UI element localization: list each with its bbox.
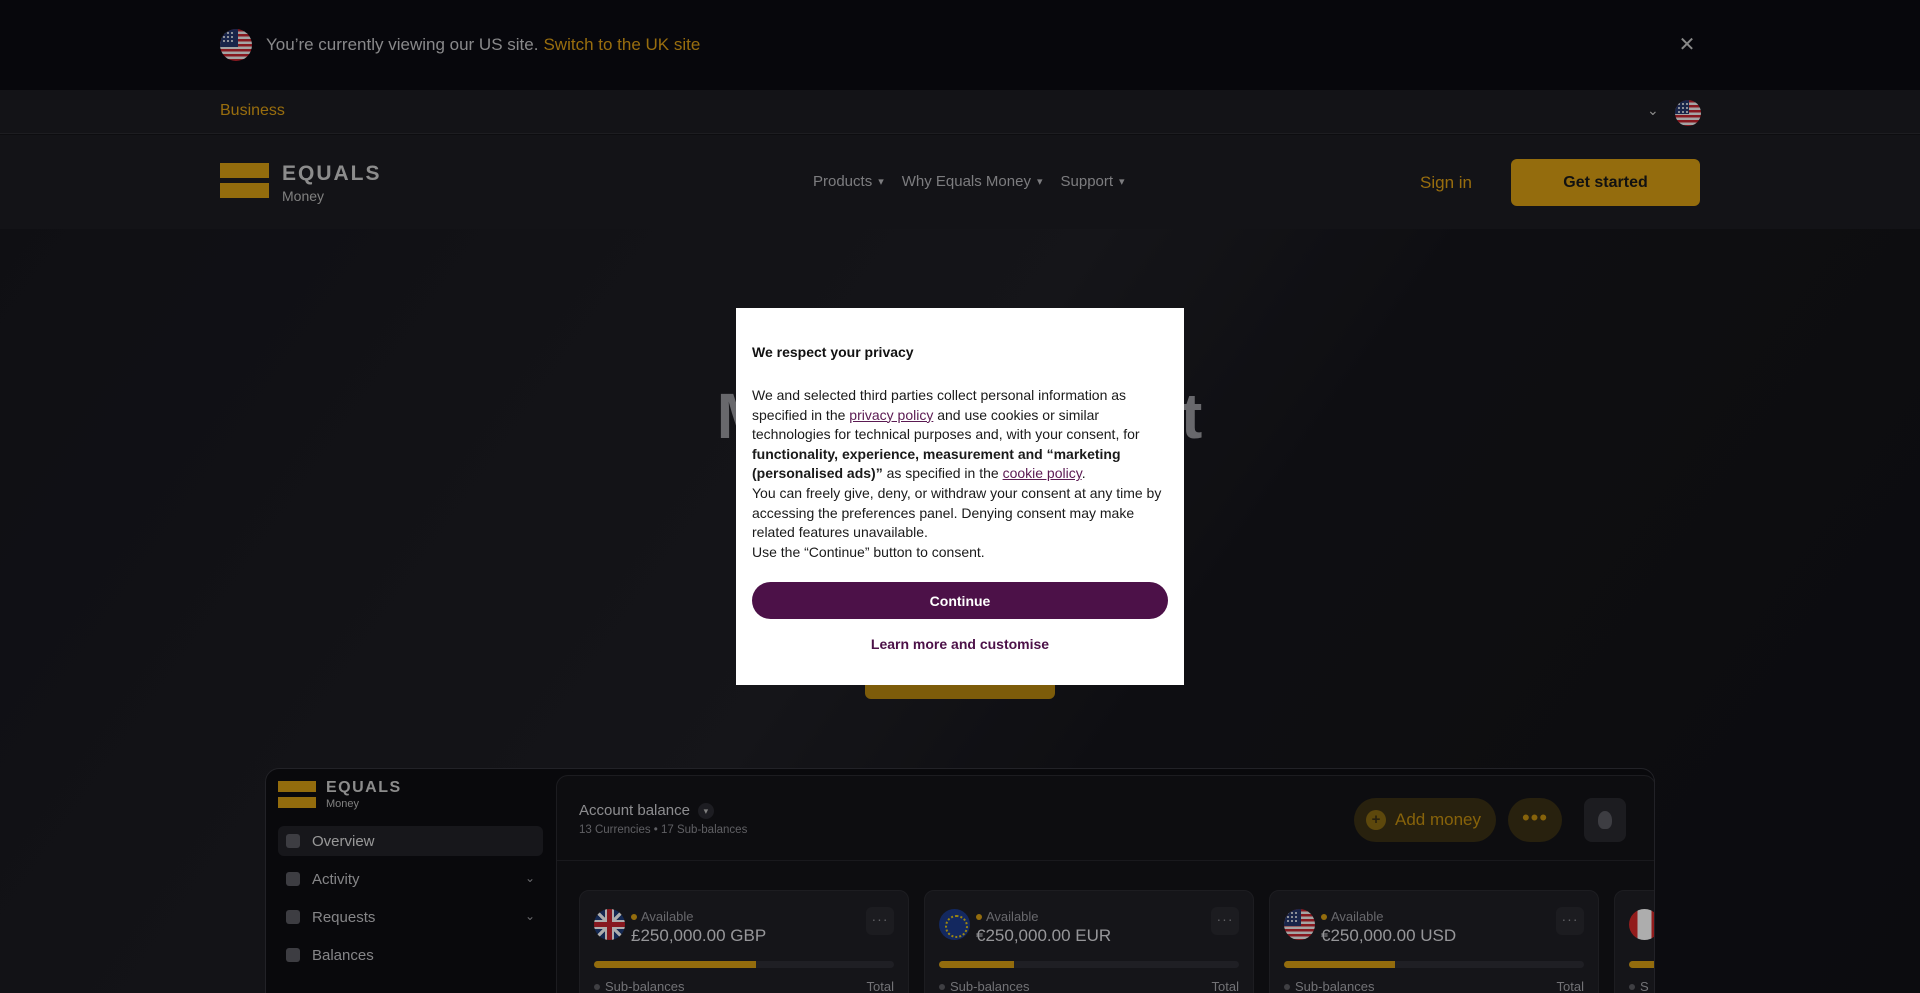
privacy-text: .	[1081, 465, 1086, 482]
continue-button[interactable]: Continue	[752, 582, 1168, 620]
learn-more-button[interactable]: Learn more and customise	[752, 626, 1168, 662]
privacy-text: as specified in the	[882, 465, 1003, 482]
privacy-dialog-title: We respect your privacy	[752, 344, 914, 360]
cookie-policy-link[interactable]: cookie policy	[1003, 465, 1082, 481]
privacy-dialog-body: We and selected third parties collect pe…	[752, 386, 1168, 562]
privacy-consent-dialog: We respect your privacy We and selected …	[736, 308, 1184, 685]
privacy-text: Use the “Continue” button to consent.	[752, 543, 985, 560]
privacy-policy-link[interactable]: privacy policy	[849, 407, 933, 423]
privacy-text: You can freely give, deny, or withdraw y…	[752, 484, 1162, 541]
